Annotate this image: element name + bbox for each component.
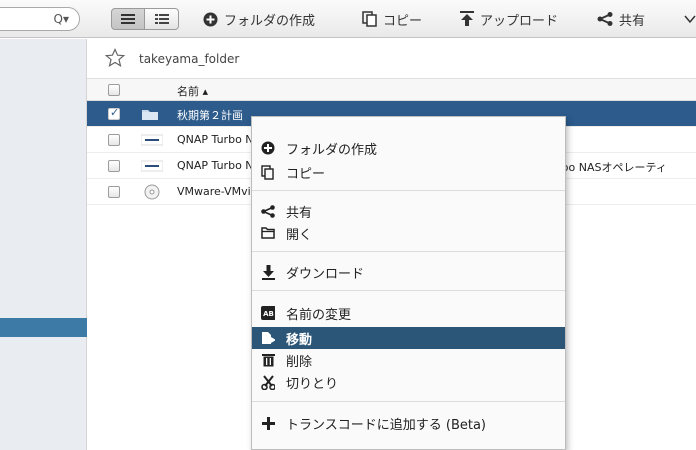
add-folder-icon xyxy=(203,12,218,26)
menu-label: 切りとり xyxy=(286,376,339,392)
menu-item-rename[interactable]: AB 名前の変更 xyxy=(252,302,565,324)
favorite-star-icon[interactable] xyxy=(105,48,125,68)
detail-view-button[interactable] xyxy=(145,8,179,30)
menu-label: 移動 xyxy=(286,332,313,348)
menu-separator xyxy=(252,190,565,191)
share-icon xyxy=(261,204,275,218)
copy-icon xyxy=(362,11,377,27)
menu-label: 名前の変更 xyxy=(286,307,352,323)
file-name: 秋期第２計画 xyxy=(177,109,243,122)
context-menu: フォルダの作成 コピー 共有 開く ダウンロード AB 名前の変更 移動 削除 … xyxy=(251,116,566,450)
search-icon[interactable]: Q▾ xyxy=(54,12,69,26)
menu-label: 共有 xyxy=(286,205,313,221)
svg-text:AB: AB xyxy=(263,310,274,318)
row-checkbox[interactable] xyxy=(108,134,120,146)
file-name: VMware-VMvi xyxy=(177,185,251,198)
menu-label: トランスコードに追加する (Beta) xyxy=(286,417,486,433)
folder-icon xyxy=(142,110,158,120)
list-view-icon xyxy=(121,14,135,24)
menu-separator xyxy=(252,401,565,402)
move-icon xyxy=(262,332,275,344)
row-checkbox[interactable] xyxy=(108,186,120,198)
create-folder-label: フォルダの作成 xyxy=(224,13,316,29)
trash-icon xyxy=(261,354,275,367)
menu-item-copy[interactable]: コピー xyxy=(252,161,565,183)
menu-label: フォルダの作成 xyxy=(286,142,378,158)
upload-icon xyxy=(460,11,474,26)
add-folder-icon xyxy=(261,141,275,155)
file-name: QNAP Turbo N xyxy=(177,133,254,146)
menu-item-cut[interactable]: 切りとり xyxy=(252,371,565,393)
menu-item-transcode[interactable]: トランスコードに追加する (Beta) xyxy=(252,412,565,434)
sidebar xyxy=(0,39,87,450)
menu-item-download[interactable]: ダウンロード xyxy=(252,261,565,283)
menu-label: コピー xyxy=(286,166,326,182)
row-checkbox[interactable] xyxy=(108,160,120,172)
menu-separator xyxy=(252,251,565,252)
detail-view-icon xyxy=(154,14,169,24)
plus-icon xyxy=(261,416,275,430)
open-folder-icon xyxy=(261,227,275,239)
menu-label: 削除 xyxy=(286,354,313,370)
menu-item-create-folder[interactable]: フォルダの作成 xyxy=(252,137,565,159)
view-switcher xyxy=(111,8,179,30)
breadcrumb: takeyama_folder xyxy=(87,39,696,79)
table-header: 名前 ▴ xyxy=(87,79,696,101)
more-toolbar-icon[interactable] xyxy=(684,9,696,29)
breadcrumb-folder[interactable]: takeyama_folder xyxy=(139,52,239,66)
column-header-name[interactable]: 名前 ▴ xyxy=(177,83,208,99)
create-folder-button[interactable]: フォルダの作成 xyxy=(203,9,315,29)
qnap-file-icon xyxy=(141,160,163,172)
menu-item-move[interactable]: 移動 xyxy=(252,327,565,349)
copy-button[interactable]: コピー xyxy=(362,9,422,29)
qnap-file-icon xyxy=(141,134,163,146)
row-checkbox[interactable] xyxy=(108,106,120,120)
chevron-icon xyxy=(684,15,696,24)
sidebar-selected-item[interactable] xyxy=(0,318,87,337)
menu-label: ダウンロード xyxy=(286,266,365,282)
menu-item-share[interactable]: 共有 xyxy=(252,200,565,222)
copy-label: コピー xyxy=(383,13,423,29)
menu-item-delete[interactable]: 削除 xyxy=(252,349,565,371)
toolbar: Q▾ フォルダの作成 コピー アップロード 共有 xyxy=(0,0,696,38)
menu-item-open[interactable]: 開く xyxy=(252,222,565,244)
download-icon xyxy=(261,264,275,280)
share-button[interactable]: 共有 xyxy=(597,9,645,29)
disc-icon xyxy=(144,184,160,200)
select-all-checkbox[interactable] xyxy=(108,84,120,96)
scissors-icon xyxy=(261,374,275,390)
file-name: QNAP Turbo N xyxy=(177,159,254,172)
copy-icon xyxy=(261,164,274,180)
list-view-button[interactable] xyxy=(111,8,145,30)
share-label: 共有 xyxy=(619,13,646,29)
search-input[interactable]: Q▾ xyxy=(0,7,80,31)
upload-button[interactable]: アップロード xyxy=(460,9,558,29)
menu-separator xyxy=(252,290,565,291)
upload-label: アップロード xyxy=(480,13,559,29)
rename-icon: AB xyxy=(261,306,275,320)
menu-label: 開く xyxy=(286,227,313,243)
share-icon xyxy=(597,12,613,26)
